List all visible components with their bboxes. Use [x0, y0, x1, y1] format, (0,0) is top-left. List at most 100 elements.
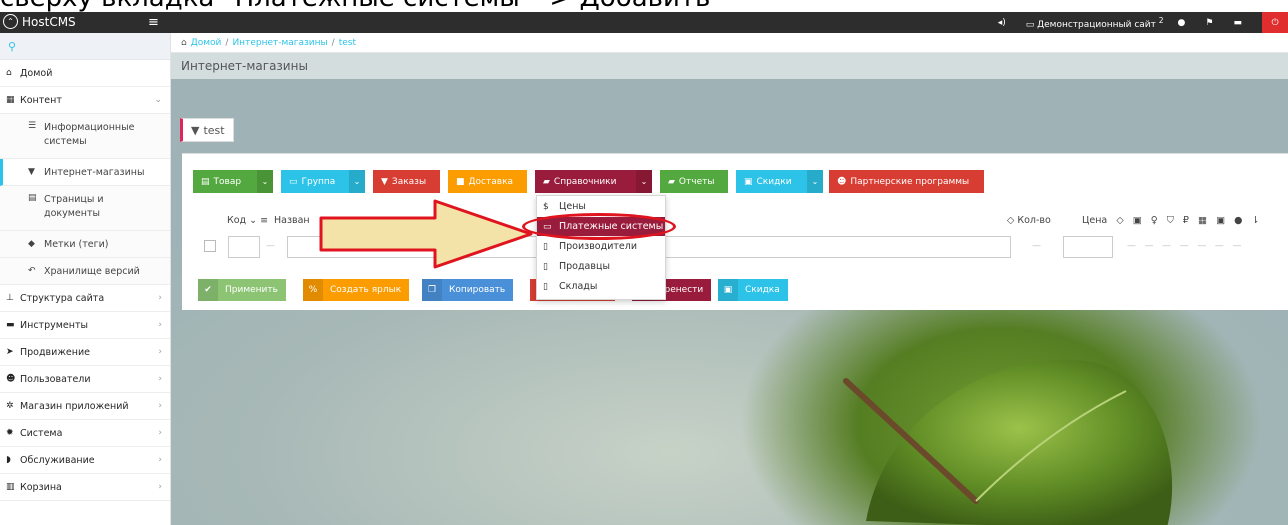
sidebar-item-label: Интернет-магазины — [44, 166, 145, 178]
building-icon: ▯ — [543, 241, 548, 252]
tab-shop-test[interactable]: ▼ test — [180, 118, 234, 142]
toolbar-label: Заказы — [391, 176, 427, 187]
sidebar-search[interactable]: ⚲ — [0, 33, 170, 60]
menu-item-warehouses[interactable]: ▯ Склады — [537, 277, 665, 296]
toolbar-label: Партнерские программы — [850, 176, 970, 187]
sidebar-item-content[interactable]: ▦ Контент ⌄ — [0, 87, 170, 114]
building-icon: ▯ — [543, 261, 548, 272]
filter-dash: — — [1032, 241, 1041, 251]
cart-icon: ▼ — [381, 176, 388, 187]
sidebar-item-shops[interactable]: ▼ Интернет-магазины — [0, 159, 170, 186]
site-selector[interactable]: ▭ Демонстрационный сайт 2 — [1026, 16, 1164, 30]
discount-button[interactable]: ▣ Скидка — [718, 279, 788, 301]
power-icon[interactable]: ⏻ — [1262, 12, 1288, 33]
sidebar-item-label: Хранилище версий — [44, 265, 140, 277]
directories-button[interactable]: ▰ Справочники ⌄ — [535, 170, 652, 193]
sidebar: ⚲ ⌂ Домой ▦ Контент ⌄ ☰ Информационные систе… — [0, 33, 171, 525]
sitemap-icon: ⊥ — [6, 293, 14, 303]
group-button[interactable]: ▭ Группа ⌄ — [281, 170, 365, 193]
sidebar-item-system[interactable]: ✹ Система › — [0, 420, 170, 447]
flag-icon[interactable]: ⚑ — [1205, 18, 1213, 28]
cart-icon: ▼ — [191, 123, 200, 137]
check-icon: ✔ — [198, 279, 218, 301]
chevron-right-icon: › — [158, 293, 162, 303]
brand-logo[interactable]: ⌃ HostCMS — [3, 14, 76, 29]
menu-item-label: Склады — [559, 281, 598, 292]
chevron-down-icon[interactable]: ⌄ — [807, 170, 823, 193]
sidebar-item-infosystems[interactable]: ☰ Информационные системы — [0, 114, 170, 159]
shield-icon: ◗ — [6, 455, 11, 465]
sidebar-item-label: Обслуживание — [20, 454, 95, 466]
briefcase-icon: ▬ — [6, 320, 15, 330]
apply-button[interactable]: ✔ Применить — [198, 279, 286, 301]
partners-button[interactable]: ☻ Партнерские программы — [829, 170, 984, 193]
filter-dashes: — — — — — — — — [1127, 241, 1242, 251]
sidebar-item-trash[interactable]: ▥ Корзина › — [0, 474, 170, 501]
link-icon: % — [303, 279, 323, 301]
button-label: еренести — [659, 285, 704, 295]
breadcrumb-current[interactable]: test — [339, 38, 356, 48]
chevron-right-icon: › — [158, 374, 162, 384]
highlight-oval — [522, 213, 676, 240]
toolbar-label: Скидки — [756, 176, 792, 187]
user-avatar-icon[interactable]: ● — [1178, 18, 1186, 28]
cart-icon: ▼ — [28, 167, 35, 177]
sidebar-item-history[interactable]: ↶ Хранилище версий — [0, 258, 170, 285]
chevron-down-icon[interactable]: ⌄ — [636, 170, 652, 193]
chevron-right-icon: › — [158, 347, 162, 357]
breadcrumb-home[interactable]: Домой — [191, 38, 222, 48]
site-label: Демонстрационный сайт — [1037, 19, 1156, 30]
reports-button[interactable]: ▰ Отчеты — [660, 170, 728, 193]
leaf-background-image — [843, 359, 1173, 525]
sidebar-item-promotion[interactable]: ➤ Продвижение › — [0, 339, 170, 366]
pointer-arrow — [319, 199, 533, 269]
home-icon: ⌂ — [6, 68, 12, 78]
sidebar-item-maintenance[interactable]: ◗ Обслуживание › — [0, 447, 170, 474]
chevron-down-icon[interactable]: ⌄ — [349, 170, 365, 193]
copy-button[interactable]: ❐ Копировать — [422, 279, 514, 301]
breadcrumb-shops[interactable]: Интернет-магазины — [232, 38, 327, 48]
menu-item-sellers[interactable]: ▯ Продавцы — [537, 257, 665, 276]
sidebar-item-structure[interactable]: ⊥ Структура сайта › — [0, 285, 170, 312]
dollar-icon: $ — [543, 201, 549, 212]
brand-name: HostCMS — [22, 14, 76, 29]
sidebar-item-home[interactable]: ⌂ Домой — [0, 60, 170, 87]
logo-icon: ⌃ — [3, 14, 18, 29]
tag-icon: ◆ — [28, 239, 35, 249]
building-icon: ▯ — [543, 281, 548, 292]
folder-icon: ▭ — [289, 176, 298, 187]
filter-code-input[interactable] — [228, 236, 260, 258]
button-label: Скидка — [745, 285, 780, 295]
column-qty[interactable]: ◇ Кол-во — [1007, 215, 1051, 226]
rocket-icon: ➤ — [6, 347, 14, 357]
tab-label: test — [203, 123, 225, 137]
sidebar-item-tools[interactable]: ▬ Инструменты › — [0, 312, 170, 339]
sound-icon[interactable]: ◂) — [998, 18, 1006, 28]
select-all-checkbox[interactable] — [204, 240, 216, 252]
sidebar-item-label: Продвижение — [20, 346, 90, 358]
filter-price-input[interactable] — [1063, 236, 1113, 258]
column-price[interactable]: Цена ◇ ▣ ♀ ⛉ ₽ ▦ ▣ ● ⇂ — [1082, 215, 1259, 226]
sidebar-item-documents[interactable]: ▤ Страницы и документы — [0, 186, 170, 231]
sidebar-item-users[interactable]: ☻ Пользователи › — [0, 366, 170, 393]
button-label: Применить — [225, 285, 278, 295]
create-shortcut-button[interactable]: % Создать ярлык — [303, 279, 410, 301]
toolbar-label: Справочники — [553, 176, 617, 187]
sidebar-item-label: Домой — [20, 67, 53, 79]
sidebar-item-marketplace[interactable]: ✲ Магазин приложений › — [0, 393, 170, 420]
chevron-down-icon[interactable]: ⌄ — [257, 170, 273, 193]
menu-toggle-icon[interactable]: ≡ — [148, 15, 159, 30]
filter-dash: — — [266, 241, 275, 251]
home-icon[interactable]: ⌂ — [181, 38, 187, 48]
product-button[interactable]: ▤ Товар ⌄ — [193, 170, 273, 193]
sidebar-item-tags[interactable]: ◆ Метки (теги) — [0, 231, 170, 258]
column-code[interactable]: Код ⌄ ≡ — [227, 215, 268, 226]
orders-button[interactable]: ▼ Заказы — [373, 170, 440, 193]
directories-dropdown: $ Цены ▭ Платежные системы ▯ Производители … — [536, 195, 666, 300]
discounts-button[interactable]: ▣ Скидки ⌄ — [736, 170, 823, 193]
notification-badge: 2 — [1158, 15, 1164, 25]
page-title: Интернет-магазины — [171, 53, 1288, 79]
column-name[interactable]: Назван — [274, 215, 310, 226]
delivery-button[interactable]: ■ Доставка — [448, 170, 527, 193]
chat-icon[interactable]: ▬ — [1233, 18, 1242, 28]
